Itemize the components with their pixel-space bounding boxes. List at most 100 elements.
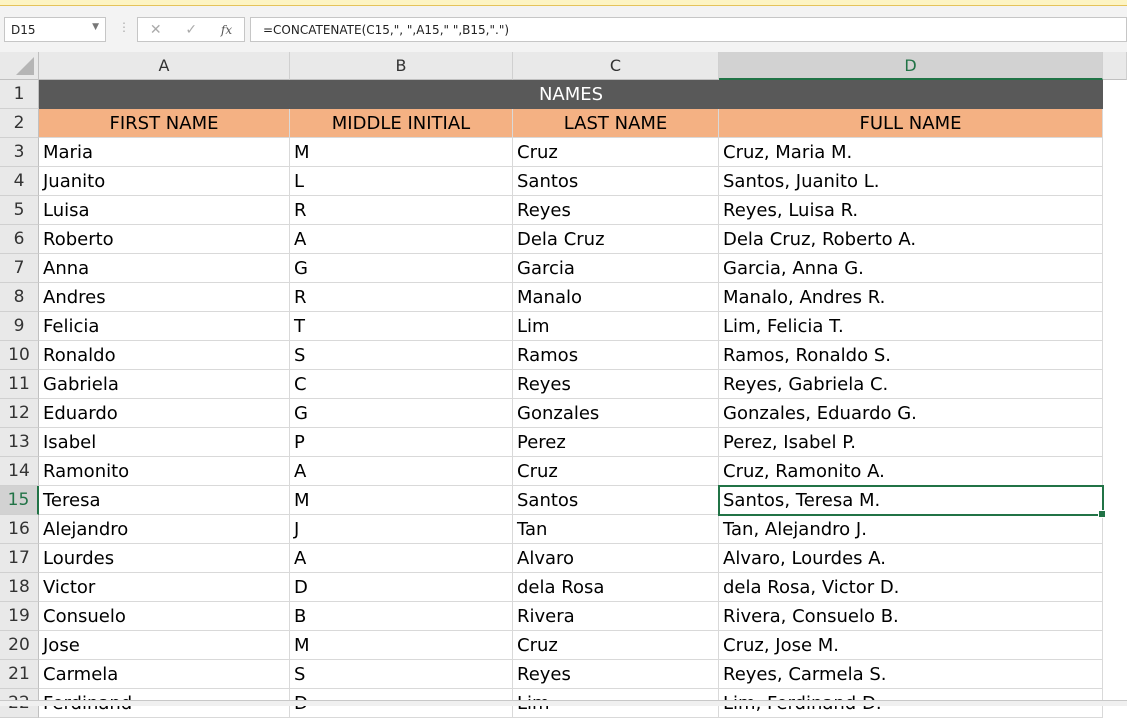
- cell[interactable]: Consuelo: [39, 602, 290, 631]
- cell[interactable]: Rivera, Consuelo B.: [719, 602, 1103, 631]
- cell[interactable]: Gabriela: [39, 370, 290, 399]
- cell[interactable]: L: [290, 167, 513, 196]
- insert-function-icon[interactable]: fx: [221, 23, 232, 37]
- formula-input[interactable]: =CONCATENATE(C15,", ",A15," ",B15,"."): [250, 17, 1127, 42]
- cell[interactable]: Jose: [39, 631, 290, 660]
- cell[interactable]: Victor: [39, 573, 290, 602]
- cell[interactable]: B: [290, 602, 513, 631]
- cell[interactable]: Reyes, Gabriela C.: [719, 370, 1103, 399]
- cell[interactable]: Dela Cruz, Roberto A.: [719, 225, 1103, 254]
- row-header[interactable]: 8: [0, 283, 39, 312]
- cell[interactable]: Ramonito: [39, 457, 290, 486]
- row-header[interactable]: 19: [0, 602, 39, 631]
- cell[interactable]: Cruz: [513, 457, 719, 486]
- cell[interactable]: Cruz, Jose M.: [719, 631, 1103, 660]
- cell[interactable]: P: [290, 428, 513, 457]
- cell[interactable]: J: [290, 515, 513, 544]
- row-header[interactable]: 7: [0, 254, 39, 283]
- cell[interactable]: Maria: [39, 138, 290, 167]
- cell[interactable]: Reyes, Luisa R.: [719, 196, 1103, 225]
- row-header[interactable]: 14: [0, 457, 39, 486]
- cell[interactable]: dela Rosa: [513, 573, 719, 602]
- cell[interactable]: M: [290, 138, 513, 167]
- cell[interactable]: Anna: [39, 254, 290, 283]
- enter-icon[interactable]: ✓: [185, 22, 197, 38]
- cell[interactable]: Andres: [39, 283, 290, 312]
- cell[interactable]: Eduardo: [39, 399, 290, 428]
- cancel-icon[interactable]: ✕: [150, 22, 162, 38]
- grip-icon[interactable]: ⋮: [118, 20, 130, 34]
- cell[interactable]: R: [290, 283, 513, 312]
- cell[interactable]: R: [290, 196, 513, 225]
- column-title[interactable]: LAST NAME: [513, 109, 719, 138]
- cell[interactable]: Manalo, Andres R.: [719, 283, 1103, 312]
- column-header-E[interactable]: [1103, 52, 1127, 80]
- cell[interactable]: Lim, Felicia T.: [719, 312, 1103, 341]
- cell[interactable]: M: [290, 631, 513, 660]
- cell[interactable]: D: [290, 573, 513, 602]
- cell[interactable]: Reyes: [513, 196, 719, 225]
- cell[interactable]: Alvaro, Lourdes A.: [719, 544, 1103, 573]
- row-header[interactable]: 13: [0, 428, 39, 457]
- cell[interactable]: Alejandro: [39, 515, 290, 544]
- cell[interactable]: A: [290, 544, 513, 573]
- cell[interactable]: T: [290, 312, 513, 341]
- column-header-B[interactable]: B: [290, 52, 513, 80]
- horizontal-scrollbar[interactable]: [0, 700, 1127, 706]
- row-header[interactable]: 5: [0, 196, 39, 225]
- cell[interactable]: Reyes: [513, 660, 719, 689]
- cell[interactable]: Roberto: [39, 225, 290, 254]
- column-title[interactable]: FIRST NAME: [39, 109, 290, 138]
- row-header[interactable]: 17: [0, 544, 39, 573]
- cell[interactable]: Gonzales: [513, 399, 719, 428]
- row-header[interactable]: 10: [0, 341, 39, 370]
- cell[interactable]: Manalo: [513, 283, 719, 312]
- cell[interactable]: Cruz: [513, 631, 719, 660]
- cell[interactable]: M: [290, 486, 513, 515]
- row-header[interactable]: 20: [0, 631, 39, 660]
- cell[interactable]: Ramos, Ronaldo S.: [719, 341, 1103, 370]
- row-header[interactable]: 11: [0, 370, 39, 399]
- cell[interactable]: Reyes: [513, 370, 719, 399]
- select-all-button[interactable]: [0, 52, 39, 80]
- cell[interactable]: Cruz, Ramonito A.: [719, 457, 1103, 486]
- column-title[interactable]: MIDDLE INITIAL: [290, 109, 513, 138]
- cell[interactable]: Lourdes: [39, 544, 290, 573]
- cell[interactable]: Cruz: [513, 138, 719, 167]
- cell[interactable]: Rivera: [513, 602, 719, 631]
- cell[interactable]: A: [290, 225, 513, 254]
- column-header-C[interactable]: C: [513, 52, 719, 80]
- cell[interactable]: Lim: [513, 312, 719, 341]
- cell[interactable]: Santos: [513, 167, 719, 196]
- cell[interactable]: G: [290, 399, 513, 428]
- cell[interactable]: S: [290, 341, 513, 370]
- cell[interactable]: A: [290, 457, 513, 486]
- cell[interactable]: G: [290, 254, 513, 283]
- cell[interactable]: Garcia, Anna G.: [719, 254, 1103, 283]
- cell[interactable]: Tan: [513, 515, 719, 544]
- cell[interactable]: dela Rosa, Victor D.: [719, 573, 1103, 602]
- cell[interactable]: Dela Cruz: [513, 225, 719, 254]
- column-header-D[interactable]: D: [719, 52, 1103, 80]
- table-title[interactable]: NAMES: [39, 80, 1103, 109]
- cell[interactable]: Santos: [513, 486, 719, 515]
- cell[interactable]: Felicia: [39, 312, 290, 341]
- column-header-A[interactable]: A: [39, 52, 290, 80]
- cell[interactable]: Carmela: [39, 660, 290, 689]
- row-header[interactable]: 15: [0, 486, 39, 515]
- row-header[interactable]: 1: [0, 80, 39, 109]
- row-header[interactable]: 2: [0, 109, 39, 138]
- cell[interactable]: Gonzales, Eduardo G.: [719, 399, 1103, 428]
- row-header[interactable]: 4: [0, 167, 39, 196]
- row-header[interactable]: 9: [0, 312, 39, 341]
- cell[interactable]: Reyes, Carmela S.: [719, 660, 1103, 689]
- row-header[interactable]: 6: [0, 225, 39, 254]
- row-header[interactable]: 16: [0, 515, 39, 544]
- cell[interactable]: Perez: [513, 428, 719, 457]
- cell[interactable]: C: [290, 370, 513, 399]
- chevron-down-icon[interactable]: ▼: [92, 22, 99, 32]
- row-header[interactable]: 21: [0, 660, 39, 689]
- cell[interactable]: Teresa: [39, 486, 290, 515]
- cell[interactable]: Tan, Alejandro J.: [719, 515, 1103, 544]
- cell[interactable]: Garcia: [513, 254, 719, 283]
